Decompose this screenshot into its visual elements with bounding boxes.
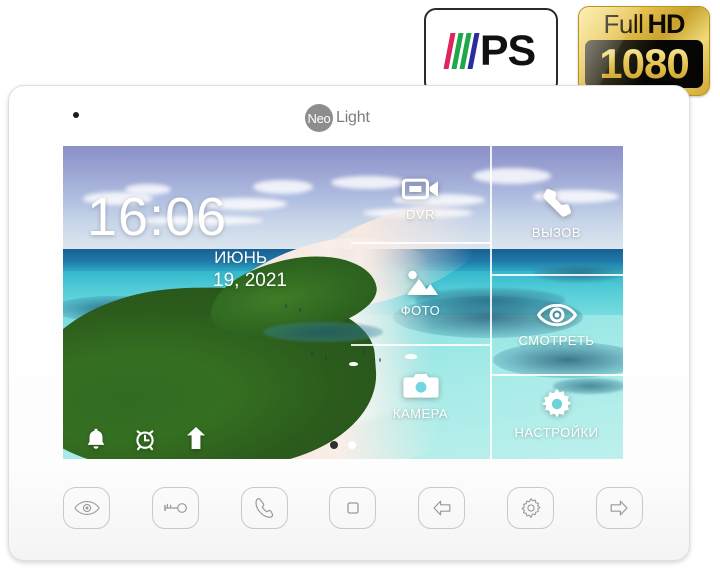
light-sensor-icon [73, 112, 79, 118]
menu-tile-label: DVR [406, 207, 435, 222]
touch-button-forward[interactable] [595, 487, 643, 529]
menu-tile-label: КАМЕРА [392, 406, 449, 421]
full-hd-resolution-box: 1080 [585, 40, 703, 88]
full-hd-word-hd: HD [647, 9, 685, 39]
brand-logo: Neo Light [305, 104, 370, 132]
phone-handset-icon [254, 497, 274, 519]
ips-badge: PS [424, 8, 558, 94]
menu-tile-camera[interactable]: КАМЕРА [351, 346, 490, 446]
eye-icon [536, 302, 577, 328]
menu-tile-settings[interactable]: НАСТРОЙКИ [490, 376, 623, 452]
touch-button-back[interactable] [418, 487, 466, 529]
phone-icon [540, 186, 574, 220]
touch-button-unlock[interactable] [151, 487, 199, 529]
photo-icon [402, 268, 440, 298]
ips-color-bars [443, 32, 480, 70]
brand-logo-mark: Neo [305, 104, 333, 132]
ips-badge-inner: PS [443, 27, 536, 75]
eye-icon [73, 500, 100, 516]
camera-icon [402, 371, 440, 401]
page-dot-1[interactable] [330, 441, 338, 449]
video-camera-icon [401, 176, 440, 202]
full-hd-word-full: Full [603, 9, 644, 39]
ips-badge-text: PS [479, 27, 536, 75]
arrow-left-icon [431, 498, 453, 518]
menu-tile-label: НАСТРОЙКИ [514, 425, 599, 440]
full-hd-title: Full HD [579, 7, 709, 40]
page-dot-2[interactable] [348, 441, 356, 449]
menu-tile-photo[interactable]: ФОТО [351, 244, 490, 342]
page-indicator[interactable] [330, 441, 356, 449]
touch-button-talk[interactable] [240, 487, 288, 529]
menu-tile-label: СМОТРЕТЬ [518, 333, 595, 348]
brand-logo-word: Light [336, 109, 370, 126]
arrow-right-icon [608, 498, 630, 518]
gear-icon [541, 388, 573, 420]
full-hd-resolution: 1080 [599, 40, 689, 87]
menu-tile-call[interactable]: ВЫЗОВ [490, 152, 623, 274]
touch-button-stop[interactable] [329, 487, 377, 529]
menu-tile-watch[interactable]: СМОТРЕТЬ [490, 276, 623, 374]
lcd-screen[interactable]: 16:06 ИЮНЬ 19, 2021 DVR ФОТО КАМЕРА ВЫЗО… [63, 146, 623, 459]
video-intercom-monitor: Neo Light 16:06 ИЮНЬ 19, 2021 DVR ФОТО К… [8, 85, 690, 564]
home-menu-grid: DVR ФОТО КАМЕРА ВЫЗОВ СМОТРЕТЬ НАСТРОЙКИ [63, 146, 623, 459]
key-icon [161, 500, 189, 516]
touch-button-bar [63, 478, 643, 538]
menu-tile-dvr[interactable]: DVR [351, 156, 490, 242]
gear-icon [520, 497, 542, 519]
touch-button-monitor[interactable] [63, 487, 110, 529]
menu-tile-label: ФОТО [400, 303, 441, 318]
full-hd-badge: Full HD 1080 [578, 6, 710, 96]
badge-row: PS Full HD 1080 [424, 6, 714, 96]
square-stop-icon [344, 499, 362, 517]
touch-button-settings[interactable] [507, 487, 555, 529]
screenshot-root: PS Full HD 1080 Neo Light 16:06 ИЮНЬ 19,… [0, 0, 720, 585]
menu-tile-label: ВЫЗОВ [531, 225, 582, 240]
